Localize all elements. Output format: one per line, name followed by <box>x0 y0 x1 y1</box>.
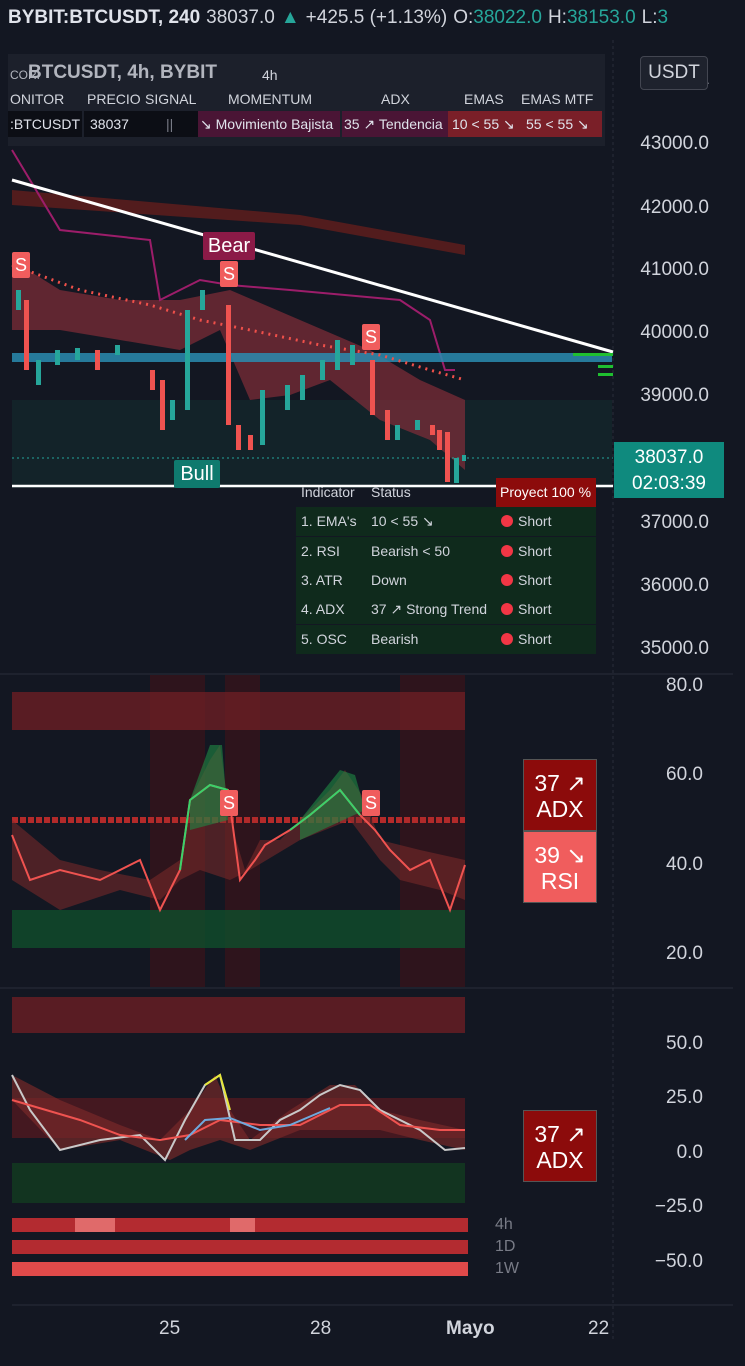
cell-emas-mtf: 55 < 55 ↘ <box>518 111 602 137</box>
column-header: PRECIO <box>87 91 141 107</box>
red-dot-icon <box>501 574 513 586</box>
mtf-label-4h: 4h <box>495 1216 513 1233</box>
cell-price: 38037 <box>84 111 150 137</box>
adx-label: ADX <box>536 1147 584 1173</box>
cell-momentum: ↘ Movimiento Bajista <box>198 111 340 137</box>
red-dot-icon <box>501 545 513 557</box>
adx-label: ADX <box>536 796 584 822</box>
rsi-badge: 39 ↘ RSI <box>523 831 597 903</box>
indicator-status: 10 < 55 ↘ <box>371 513 434 529</box>
indicator-status: Bearish <box>371 631 419 647</box>
column-header: EMAS MTF <box>521 91 594 107</box>
price-tick: 40000.0 <box>640 322 709 343</box>
current-price-value: 38037.0 <box>634 447 704 468</box>
table-timeframe: 4h <box>262 67 278 83</box>
header-indicator: Indicator <box>301 484 355 500</box>
indicator-row: 3. ATR Down Short <box>296 566 596 595</box>
header-proyect: Proyect 100 % <box>496 478 596 507</box>
indicator-status: Down <box>371 572 407 588</box>
bear-signal-label: Bear <box>203 232 255 260</box>
bar-countdown: 02:03:39 <box>632 473 706 494</box>
adx-value: 37 ↗ <box>534 770 586 796</box>
column-header: ADX <box>381 91 410 107</box>
time-tick: 25 <box>159 1318 181 1339</box>
indicator-row: 5. OSC Bearish Short <box>296 625 596 654</box>
indicator-signal: Short <box>518 572 552 588</box>
header-status: Status <box>371 484 411 500</box>
price-tick: 42000.0 <box>640 197 709 218</box>
sell-signal-marker: S <box>362 790 380 816</box>
indicator-name: 4. ADX <box>301 601 345 617</box>
indicator-status: 37 ↗ Strong Trend <box>371 601 488 617</box>
price-tick: 37000.0 <box>640 512 709 533</box>
red-dot-icon <box>501 633 513 645</box>
bull-signal-label: Bull <box>174 460 220 488</box>
cell-adx: 35 ↗ Tendencia <box>342 111 448 137</box>
price-tick: 35000.0 <box>640 638 709 659</box>
cell-symbol: :BTCUSDT <box>8 111 82 137</box>
time-tick: Mayo <box>446 1318 495 1339</box>
price-tick: 41000.0 <box>640 259 709 280</box>
rsi-label: RSI <box>540 868 580 894</box>
mtf-bars <box>12 1218 468 1276</box>
red-dot-icon <box>501 515 513 527</box>
column-header: MOMENTUM <box>228 91 312 107</box>
rsi-tick: 40.0 <box>666 854 703 875</box>
osc-tick: 25.0 <box>666 1087 703 1108</box>
indicator-row: 4. ADX 37 ↗ Strong Trend Short <box>296 595 596 624</box>
indicator-row: 2. RSI Bearish < 50 Short <box>296 537 596 566</box>
red-dot-icon <box>501 603 513 615</box>
osc-tick: 0.0 <box>676 1142 703 1163</box>
column-header: ONITOR <box>10 91 65 107</box>
osc-panel-adx-badge: 37 ↗ ADX <box>523 1110 597 1182</box>
rsi-panel-adx-badge: 37 ↗ ADX <box>523 759 597 831</box>
indicator-signal: Short <box>518 513 552 529</box>
osc-tick: −25.0 <box>654 1196 703 1217</box>
mtf-label-1d: 1D <box>495 1238 516 1255</box>
column-header: SIGNAL <box>145 91 197 107</box>
osc-tick: 50.0 <box>666 1033 703 1054</box>
rsi-tick: 60.0 <box>666 764 703 785</box>
sell-signal-marker: S <box>362 324 380 350</box>
current-price-label: 38037.0 02:03:39 <box>614 442 724 498</box>
indicator-signal: Short <box>518 601 552 617</box>
rsi-value: 39 ↘ <box>534 842 586 868</box>
table-title: BTCUSDT, 4h, BYBIT <box>28 62 217 83</box>
sell-signal-marker: S <box>12 252 30 278</box>
price-tick: 43000.0 <box>640 133 709 154</box>
price-tick: 36000.0 <box>640 575 709 596</box>
indicator-status: Bearish < 50 <box>371 543 450 559</box>
monitor-table: CORI BTCUSDT, 4h, BYBIT 4h ONITOR PRECIO… <box>8 54 605 146</box>
indicator-table: Indicator Status Proyect 100 % 1. EMA's … <box>296 478 596 654</box>
sell-signal-marker: S <box>220 261 238 287</box>
indicator-name: 3. ATR <box>301 572 343 588</box>
column-header: EMAS <box>464 91 504 107</box>
indicator-name: 1. EMA's <box>301 513 357 529</box>
currency-button[interactable]: USDT <box>640 56 708 90</box>
mtf-label-1w: 1W <box>495 1260 519 1277</box>
price-tick: 39000.0 <box>640 385 709 406</box>
rsi-tick: 80.0 <box>666 675 703 696</box>
adx-value: 37 ↗ <box>534 1121 586 1147</box>
osc-tick: −50.0 <box>654 1251 703 1272</box>
indicator-signal: Short <box>518 543 552 559</box>
indicator-name: 5. OSC <box>301 631 347 647</box>
sell-signal-marker: S <box>220 790 238 816</box>
indicator-row: 1. EMA's 10 < 55 ↘ Short <box>296 507 596 536</box>
rsi-tick: 20.0 <box>666 943 703 964</box>
indicator-signal: Short <box>518 631 552 647</box>
time-tick: 22 <box>588 1318 610 1339</box>
indicator-table-header: Indicator Status Proyect 100 % <box>296 478 596 507</box>
indicator-name: 2. RSI <box>301 543 340 559</box>
time-tick: 28 <box>310 1318 332 1339</box>
cell-emas: 10 < 55 ↘ <box>448 111 518 137</box>
